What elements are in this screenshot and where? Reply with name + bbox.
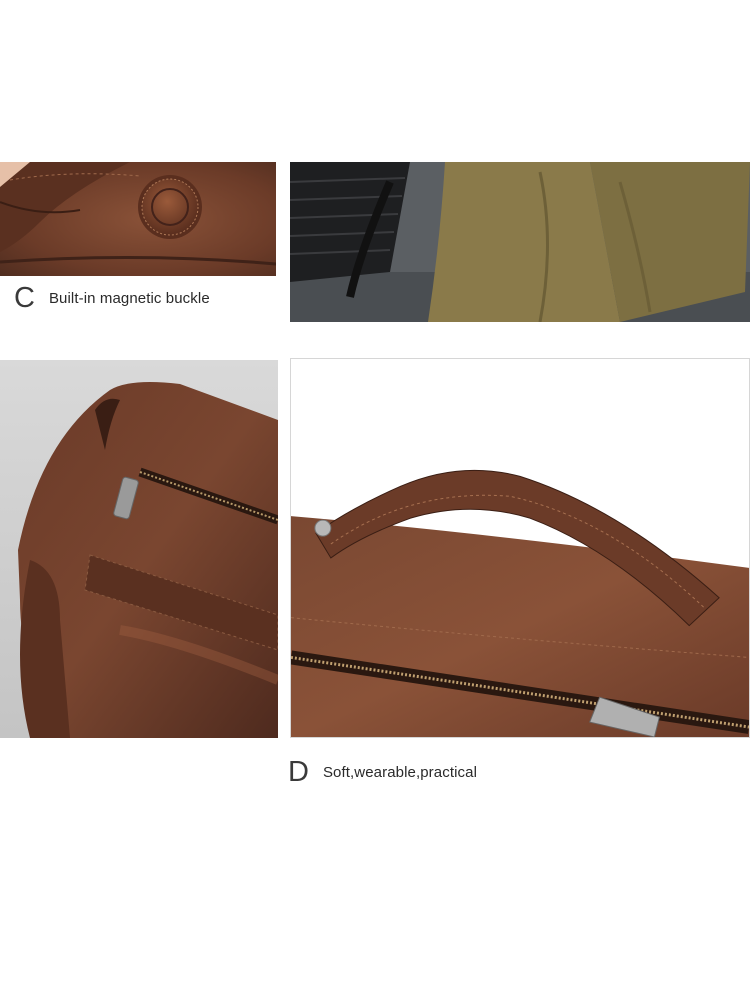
caption-letter: D bbox=[288, 756, 309, 788]
bag-handle-photo bbox=[290, 358, 750, 738]
person-by-chair-photo bbox=[290, 162, 750, 322]
caption-text: Built-in magnetic buckle bbox=[48, 290, 210, 307]
caption-text: Soft,wearable,practical bbox=[322, 764, 477, 781]
caption-c: C Built-in magnetic buckle bbox=[14, 282, 210, 315]
magnetic-buckle-photo bbox=[0, 162, 276, 276]
caption-d: D Soft,wearable,practical bbox=[288, 756, 477, 789]
caption-letter: C bbox=[14, 282, 35, 314]
bag-side-photo bbox=[0, 360, 278, 738]
